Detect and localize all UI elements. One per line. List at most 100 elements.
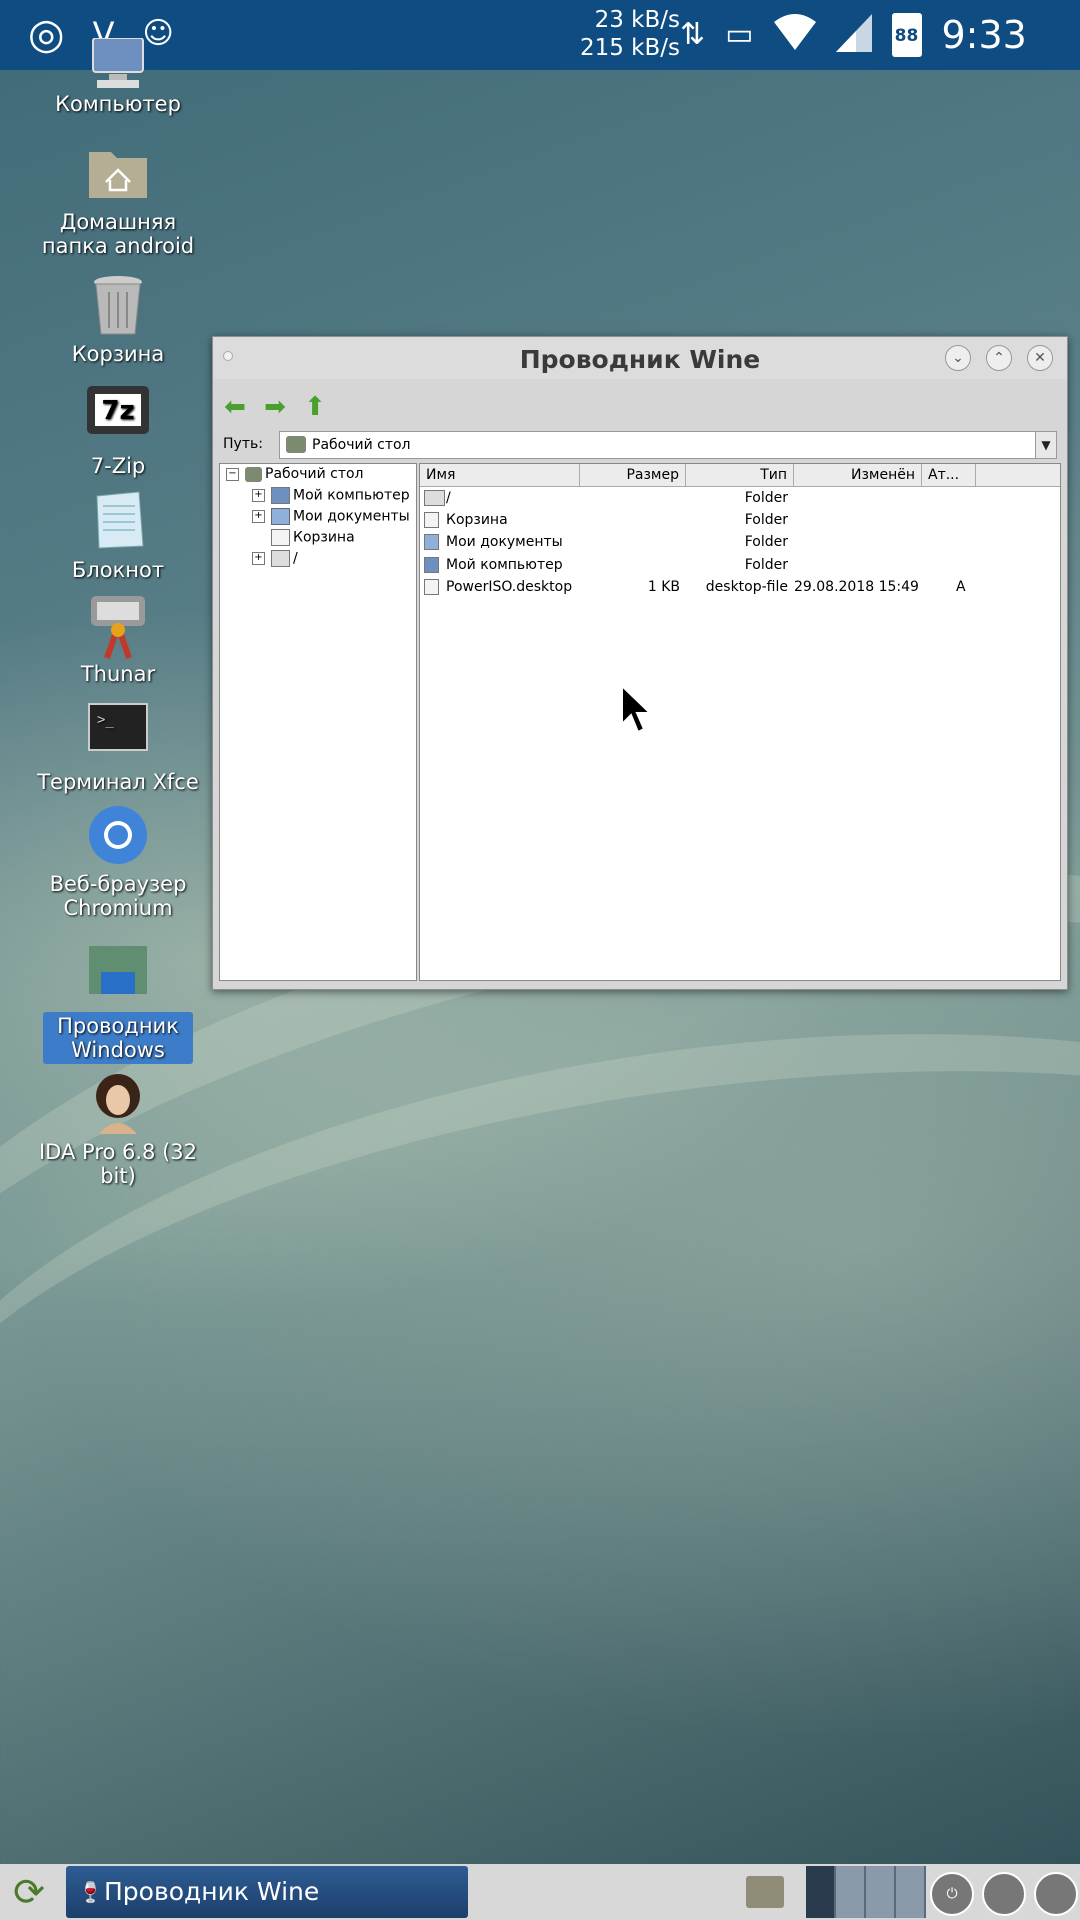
table-row[interactable]: Мой компьютер Folder — [420, 554, 1060, 576]
tree-item-my-computer[interactable]: + Мой компьютер — [252, 487, 410, 504]
desktop-icon-explorer[interactable]: Проводник Windows — [30, 944, 206, 1064]
network-speed: 23 kB/s 215 kB/s — [560, 6, 680, 62]
desktop-icon-chromium[interactable]: Веб-браузер Chromium — [30, 804, 206, 920]
7zip-icon: 7z — [87, 386, 149, 448]
trash-icon — [87, 274, 149, 336]
column-type[interactable]: Тип — [686, 464, 794, 486]
tree-item-trash[interactable]: Корзина — [271, 529, 355, 546]
path-bar: Путь: Рабочий стол ▼ — [221, 431, 1057, 459]
taskbar-task-wine-explorer[interactable]: 🍷 Проводник Wine — [66, 1866, 468, 1918]
folder-launcher-icon[interactable] — [746, 1876, 784, 1908]
column-attributes[interactable]: Ат... — [922, 464, 976, 486]
tree-item-label: Рабочий стол — [265, 466, 364, 482]
svg-text:>_: >_ — [97, 712, 114, 728]
clock: 9:33 — [941, 13, 1027, 57]
expand-toggle[interactable]: + — [252, 489, 265, 502]
desktop-icon-thunar[interactable]: Thunar — [30, 594, 206, 686]
desktop-icon-home[interactable]: Домашняя папка android — [30, 142, 206, 258]
tray-indicator-icon[interactable] — [982, 1872, 1026, 1916]
expand-toggle[interactable]: + — [252, 510, 265, 523]
speed-down: 23 kB/s — [594, 7, 680, 33]
table-row[interactable]: Корзина Folder — [420, 509, 1060, 531]
desktop-icon-label: Веб-браузер Chromium — [49, 872, 187, 920]
tree-item-my-documents[interactable]: + Мои документы — [252, 508, 410, 525]
wine-explorer-window: Проводник Wine ⌄ ⌃ ✕ ⬅ ➡ ⬆ Путь: Рабочий… — [212, 336, 1068, 990]
file-icon — [424, 579, 439, 595]
cell-size: 1 KB — [647, 579, 680, 595]
path-label: Путь: — [223, 436, 263, 452]
desktop-icon-notepad[interactable]: Блокнот — [30, 490, 206, 582]
desktop-icon-label: Блокнот — [71, 558, 165, 582]
taskbar: ⟳ 🍷 Проводник Wine ⏻ — [0, 1864, 1080, 1920]
up-arrow-icon[interactable]: ⬆ — [301, 393, 329, 421]
svg-text:7z: 7z — [101, 396, 134, 426]
battery-icon: 88 — [891, 13, 922, 57]
workspace-1[interactable] — [806, 1866, 836, 1918]
cell-modified: 29.08.2018 15:49 — [794, 579, 919, 595]
file-list: Имя Размер Тип Изменён Ат... / Folder Ко… — [419, 463, 1061, 981]
start-menu-icon[interactable]: ⟳ — [4, 1870, 54, 1914]
desktop-icon-label: Thunar — [80, 662, 156, 686]
minimize-button[interactable]: ⌄ — [945, 345, 971, 371]
cast-icon: ▭ — [725, 17, 754, 52]
computer-icon — [271, 487, 290, 504]
table-row[interactable]: / Folder — [420, 487, 1060, 509]
tree-item-label: Мои документы — [293, 508, 410, 525]
close-button[interactable]: ✕ — [1027, 345, 1053, 371]
desktop-icon-label: Компьютер — [55, 92, 181, 116]
tree-item-label: Мой компьютер — [293, 487, 410, 504]
collapse-toggle[interactable]: − — [226, 467, 239, 481]
desktop-icon-label: 7-Zip — [90, 454, 146, 478]
back-arrow-icon[interactable]: ⬅ — [221, 393, 249, 421]
cell-type: Folder — [744, 534, 788, 550]
home-folder-icon — [87, 142, 149, 204]
tree-item-label: Корзина — [293, 529, 355, 546]
tray-indicator-icon[interactable] — [1034, 1872, 1078, 1916]
forward-arrow-icon[interactable]: ➡ — [261, 393, 289, 421]
file-icon — [424, 512, 439, 528]
documents-icon — [424, 534, 439, 550]
window-titlebar[interactable]: Проводник Wine ⌄ ⌃ ✕ — [213, 337, 1067, 379]
system-tray: ⏻ — [930, 1872, 1078, 1916]
workspace-3[interactable] — [866, 1866, 896, 1918]
tree-item-label: / — [293, 550, 298, 567]
cell-name: Мои документы — [446, 534, 563, 550]
toolbar: ⬅ ➡ ⬆ — [221, 389, 329, 425]
drive-icon — [271, 550, 290, 567]
chromium-icon — [87, 804, 149, 866]
desktop-icon-label: IDA Pro 6.8 (32 bit) — [38, 1140, 197, 1188]
desktop-icon-7zip[interactable]: 7z 7-Zip — [30, 386, 206, 478]
computer-icon — [87, 37, 149, 88]
desktop-icon-computer[interactable]: Компьютер — [30, 37, 206, 116]
documents-icon — [271, 508, 290, 525]
task-label: Проводник Wine — [104, 1877, 320, 1906]
desktop-icon-trash[interactable]: Корзина — [30, 274, 206, 366]
column-name[interactable]: Имя — [420, 464, 580, 486]
cell-name: Мой компьютер — [446, 557, 563, 573]
cell-name: Корзина — [446, 512, 508, 528]
cell-attr: A — [956, 579, 966, 595]
table-row[interactable]: PowerISO.desktop 1 KB desktop-file 29.08… — [420, 576, 1060, 598]
path-value: Рабочий стол — [312, 437, 411, 453]
maximize-button[interactable]: ⌃ — [986, 345, 1012, 371]
workspace-4[interactable] — [896, 1866, 926, 1918]
thunar-icon — [87, 594, 149, 659]
cell-type: Folder — [744, 490, 788, 506]
expand-toggle[interactable]: + — [252, 552, 265, 565]
desktop-icon-ida-pro[interactable]: IDA Pro 6.8 (32 bit) — [30, 1072, 206, 1188]
column-size[interactable]: Размер — [580, 464, 686, 486]
dropdown-arrow-icon[interactable]: ▼ — [1035, 432, 1056, 458]
column-modified[interactable]: Изменён — [794, 464, 922, 486]
workspace-2[interactable] — [836, 1866, 866, 1918]
tree-item-desktop[interactable]: − Рабочий стол — [226, 466, 364, 482]
desktop-folder-icon — [245, 466, 262, 482]
desktop-icon-terminal[interactable]: >_ Терминал Xfce — [30, 702, 206, 794]
table-row[interactable]: Мои документы Folder — [420, 531, 1060, 553]
power-icon[interactable]: ⏻ — [930, 1872, 974, 1916]
desktop-icon-label: Корзина — [71, 342, 165, 366]
desktop-icon-label: Домашняя папка android — [41, 210, 195, 258]
window-title: Проводник Wine — [519, 345, 761, 374]
notepad-icon — [87, 490, 149, 552]
path-combobox[interactable]: Рабочий стол ▼ — [279, 431, 1057, 459]
tree-item-root[interactable]: + / — [252, 550, 298, 567]
